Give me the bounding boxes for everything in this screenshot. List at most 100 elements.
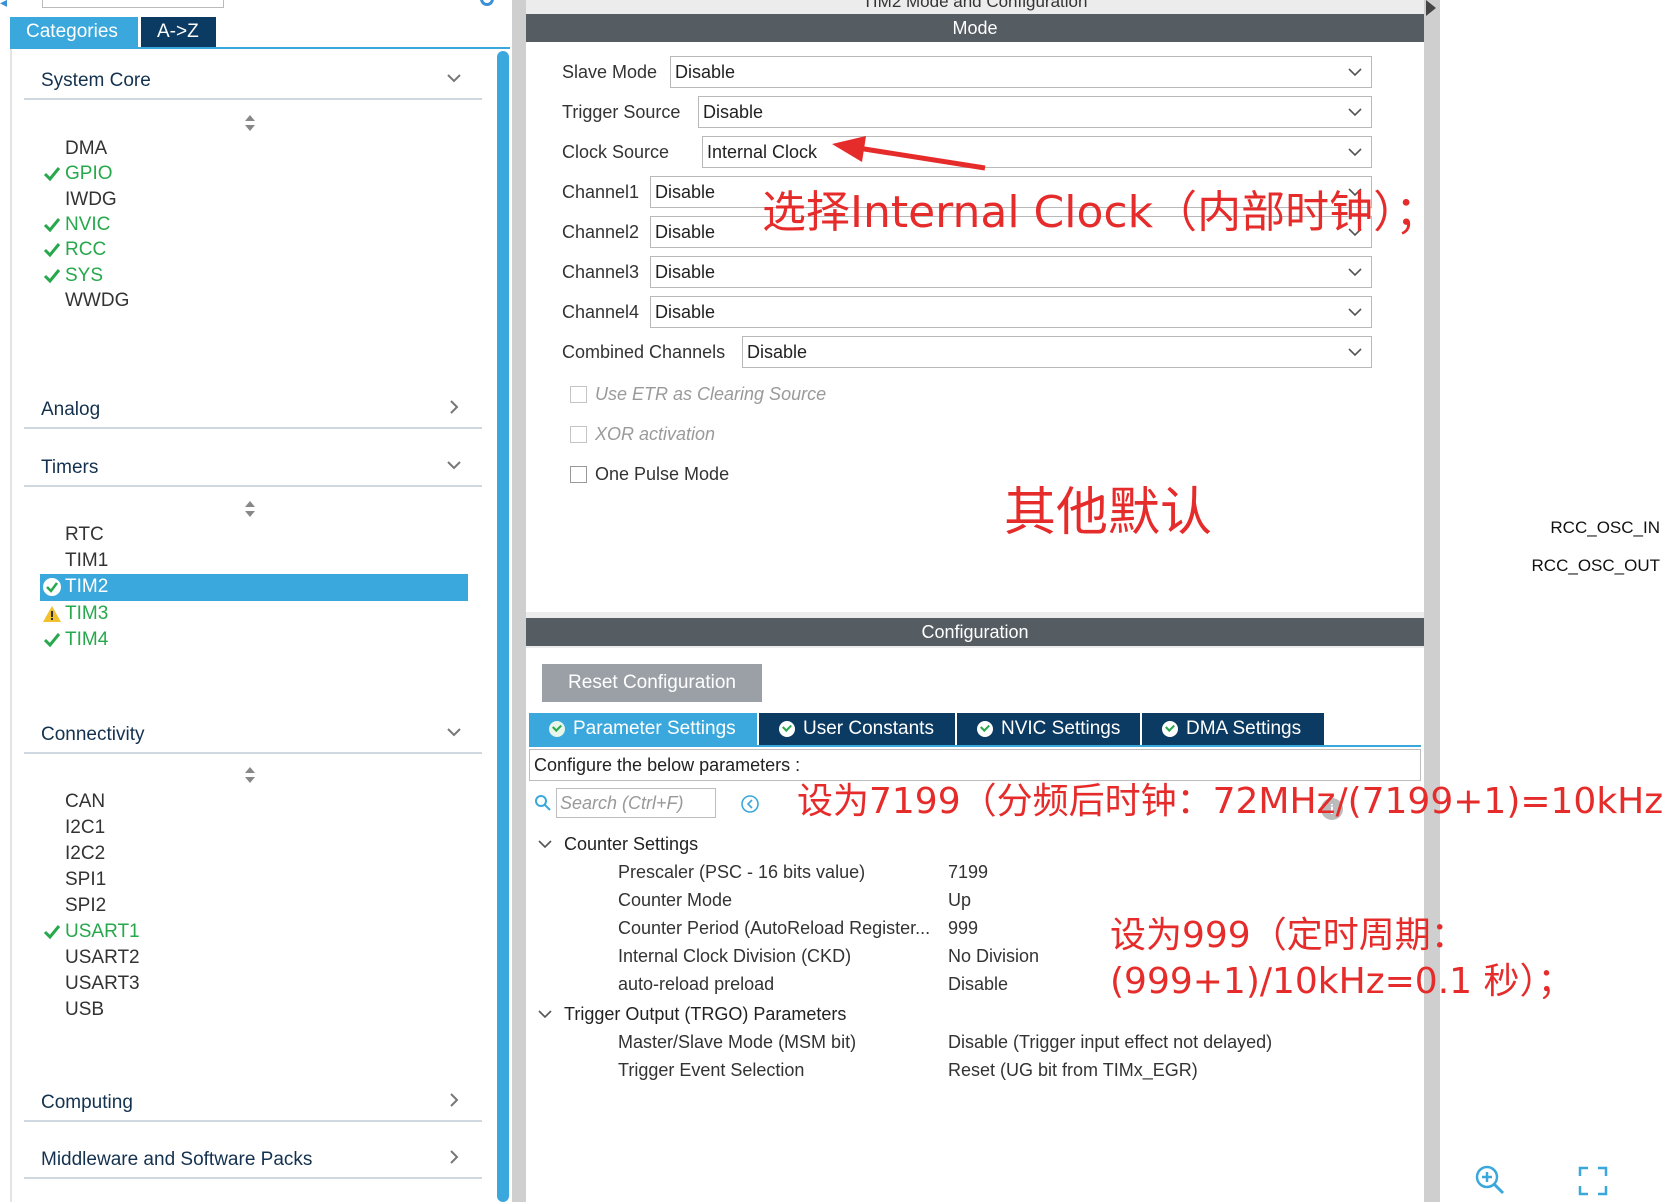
- configuration-header: Configuration: [526, 618, 1424, 646]
- category-computing[interactable]: Computing: [24, 1078, 482, 1122]
- chevron-down-icon: [1348, 108, 1362, 117]
- param-row-prescaler[interactable]: Prescaler (PSC - 16 bits value) 7199: [618, 860, 1398, 888]
- reset-configuration-button[interactable]: Reset Configuration: [542, 664, 762, 702]
- warning-icon: [43, 606, 61, 622]
- sidebar-item-sys[interactable]: SYS: [40, 263, 468, 289]
- tab-parameter-settings[interactable]: Parameter Settings: [529, 713, 757, 745]
- sort-icon[interactable]: [243, 500, 257, 518]
- annotation-period-line1: 设为999（定时周期：: [1110, 915, 1467, 956]
- sidebar-item-i2c2[interactable]: I2C2: [40, 841, 468, 867]
- combined-channels-select[interactable]: Disable: [742, 336, 1372, 368]
- checkbox-box[interactable]: [570, 426, 587, 443]
- check-icon: [43, 269, 61, 284]
- pin-label: RCC_OSC_IN: [1550, 518, 1660, 537]
- category-connectivity[interactable]: Connectivity: [24, 710, 482, 754]
- sidebar-item-usart3[interactable]: USART3: [40, 971, 468, 997]
- sidebar-item-iwdg[interactable]: IWDG: [40, 187, 468, 213]
- sidebar-item-spi2[interactable]: SPI2: [40, 893, 468, 919]
- sidebar-item-rcc[interactable]: RCC: [40, 237, 468, 263]
- sidebar-item-usb[interactable]: USB: [40, 997, 468, 1023]
- channel4-row: Channel4 Disable: [562, 296, 1382, 328]
- chevron-down-icon: [1348, 68, 1362, 77]
- pinout-view: RCC_OSC_IN RCC_OSC_OUT: [1440, 0, 1666, 1202]
- sidebar-item-wwdg[interactable]: WWDG: [40, 288, 468, 314]
- category-search-input[interactable]: [42, 0, 224, 8]
- chevron-down-icon: [538, 840, 552, 849]
- parameter-search-input[interactable]: Search (Ctrl+F): [556, 788, 716, 818]
- annotation-defaults: 其他默认: [1004, 483, 1213, 543]
- annotation-prescaler: 设为7199（分频后时钟：72MHz/(7199+1)=10kHz): [797, 781, 1666, 822]
- category-label: System Core: [41, 70, 151, 91]
- gear-icon[interactable]: [480, 0, 494, 6]
- pin-label: RCC_OSC_OUT: [1531, 556, 1660, 575]
- param-row-msm[interactable]: Master/Slave Mode (MSM bit) Disable (Trig…: [618, 1030, 1398, 1058]
- check-circle-icon: [549, 721, 565, 737]
- param-row-trigger-event[interactable]: Trigger Event Selection Reset (UG bit fro…: [618, 1058, 1398, 1086]
- category-timers[interactable]: Timers: [24, 443, 482, 487]
- panel-title: TIM2 Mode and Configuration: [862, 0, 1088, 11]
- sort-icon[interactable]: [243, 766, 257, 784]
- tab-categories[interactable]: Categories: [10, 17, 138, 47]
- collapse-arrow-icon[interactable]: [1426, 0, 1436, 16]
- zoom-in-icon[interactable]: [1474, 1164, 1506, 1196]
- checkbox-box[interactable]: [570, 466, 587, 483]
- category-label: Connectivity: [41, 724, 145, 745]
- check-icon: [43, 243, 61, 258]
- sidebar-item-usart1[interactable]: USART1: [40, 919, 468, 945]
- check-circle-icon: [43, 578, 61, 596]
- check-circle-icon: [779, 721, 795, 737]
- category-middleware[interactable]: Middleware and Software Packs: [24, 1135, 482, 1179]
- sidebar-item-i2c1[interactable]: I2C1: [40, 815, 468, 841]
- sidebar-item-tim4[interactable]: TIM4: [40, 627, 468, 653]
- sidebar-item-rtc[interactable]: RTC: [40, 522, 468, 548]
- left-scrollbar[interactable]: [497, 51, 509, 1202]
- panel-divider[interactable]: [512, 0, 526, 1202]
- channel3-row: Channel3 Disable: [562, 256, 1382, 288]
- trigger-source-select[interactable]: Disable: [698, 96, 1372, 128]
- sidebar-item-tim3[interactable]: TIM3: [40, 601, 468, 627]
- tab-a-to-z[interactable]: A->Z: [141, 17, 216, 47]
- chevron-down-icon: [447, 461, 461, 470]
- category-label: Timers: [41, 457, 99, 478]
- search-icon: [535, 795, 551, 811]
- category-analog[interactable]: Analog: [24, 385, 482, 429]
- tab-user-constants[interactable]: User Constants: [759, 713, 955, 745]
- check-icon: [43, 167, 61, 182]
- search-options-icon[interactable]: [740, 794, 760, 814]
- category-label: Computing: [41, 1092, 133, 1113]
- sort-icon[interactable]: [243, 114, 257, 132]
- group-counter-settings[interactable]: Counter Settings: [538, 832, 1398, 860]
- clock-source-select[interactable]: Internal Clock: [702, 136, 1372, 168]
- mode-header: Mode: [526, 14, 1424, 42]
- sidebar-item-nvic[interactable]: NVIC: [40, 212, 468, 238]
- sidebar-item-spi1[interactable]: SPI1: [40, 867, 468, 893]
- sidebar-item-gpio[interactable]: GPIO: [40, 161, 468, 187]
- sidebar-item-can[interactable]: CAN: [40, 789, 468, 815]
- annotation-clock-source: 选择Internal Clock（内部时钟）；: [762, 187, 1440, 238]
- tab-nvic-settings[interactable]: NVIC Settings: [957, 713, 1140, 745]
- parameter-tabs: Parameter Settings User Constants NVIC S…: [529, 713, 1326, 745]
- slave-mode-row: Slave Mode Disable: [562, 56, 1382, 88]
- checkbox-box[interactable]: [570, 386, 587, 403]
- sidebar-item-dma[interactable]: DMA: [40, 136, 468, 162]
- sidebar-item-tim2[interactable]: TIM2: [40, 574, 468, 601]
- category-system-core[interactable]: System Core: [24, 56, 482, 100]
- chevron-down-icon: [447, 728, 461, 737]
- left-panel: ◂ Categories A->Z System Core DMA GPIO I…: [0, 0, 512, 1202]
- chevron-right-icon: [450, 400, 459, 414]
- fit-to-screen-icon[interactable]: [1578, 1166, 1608, 1196]
- sidebar-item-tim1[interactable]: TIM1: [40, 548, 468, 574]
- channel3-select[interactable]: Disable: [650, 256, 1372, 288]
- back-icon[interactable]: ◂: [0, 0, 7, 11]
- group-trigger-output[interactable]: Trigger Output (TRGO) Parameters: [538, 1002, 1398, 1030]
- tab-dma-settings[interactable]: DMA Settings: [1142, 713, 1324, 745]
- category-label: Analog: [41, 399, 101, 420]
- check-circle-icon: [977, 721, 993, 737]
- channel4-select[interactable]: Disable: [650, 296, 1372, 328]
- slave-mode-select[interactable]: Disable: [670, 56, 1372, 88]
- category-tab-strip: Categories A->Z: [10, 17, 216, 47]
- check-icon: [43, 925, 61, 940]
- sidebar-item-usart2[interactable]: USART2: [40, 945, 468, 971]
- chevron-right-icon: [450, 1093, 459, 1107]
- chevron-down-icon: [1348, 148, 1362, 157]
